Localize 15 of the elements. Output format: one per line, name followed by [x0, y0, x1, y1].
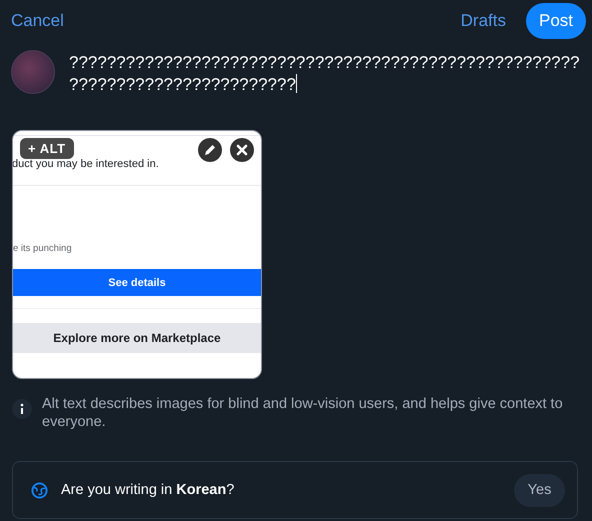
alt-button[interactable]: + ALT — [20, 138, 74, 159]
yes-button[interactable]: Yes — [514, 474, 565, 506]
cancel-button[interactable]: Cancel — [11, 11, 64, 31]
info-icon — [12, 399, 32, 419]
close-icon[interactable] — [230, 138, 254, 162]
drafts-button[interactable]: Drafts — [460, 11, 506, 31]
screenshot-text: e its punching — [13, 243, 73, 254]
language-question: Are you writing in Korean? — [61, 482, 236, 498]
post-button[interactable]: Post — [526, 3, 586, 39]
alt-text-hint: Alt text describes images for blind and low-vision users, and helps give context to everyone. — [42, 395, 564, 431]
see-details-button[interactable]: See details — [13, 269, 261, 296]
post-text-field[interactable]: ?????????????????????????????????????????????????????????????????????????????? — [69, 52, 584, 122]
globe-icon — [31, 482, 48, 498]
edit-icon[interactable] — [198, 138, 222, 162]
marketplace-button[interactable]: Explore more on Marketplace — [13, 323, 261, 353]
